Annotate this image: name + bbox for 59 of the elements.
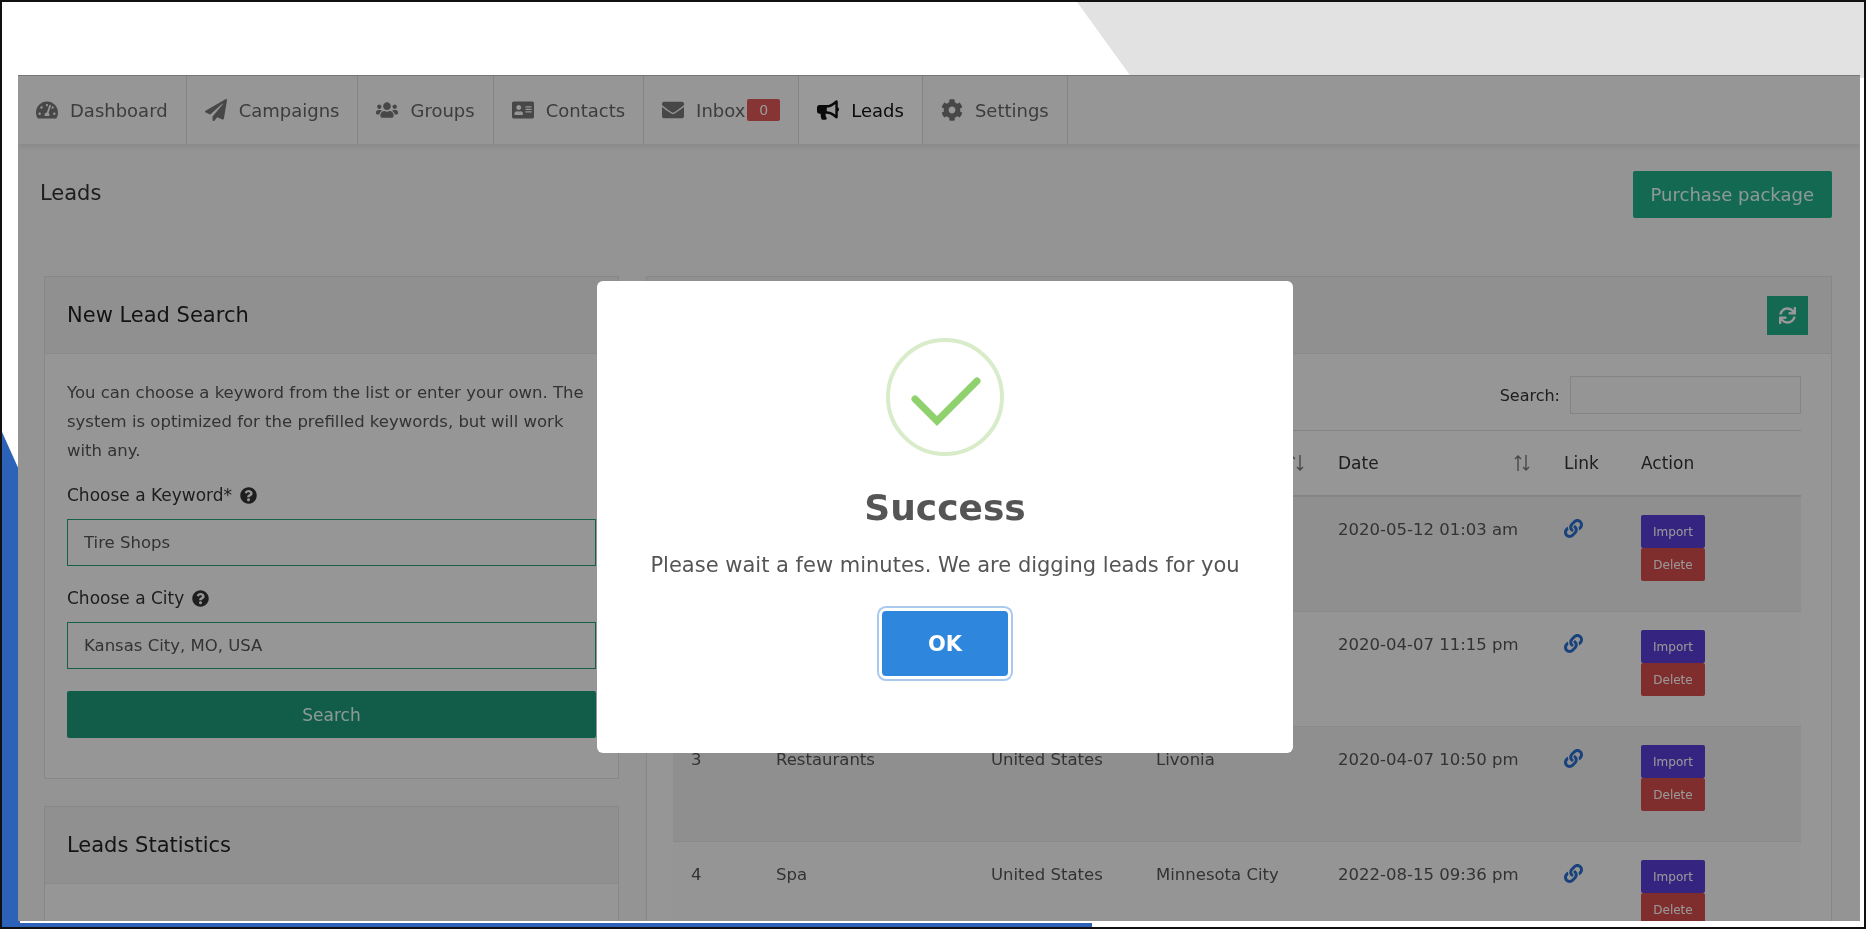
link-icon[interactable] <box>1564 749 1583 768</box>
refresh-button[interactable] <box>1767 295 1808 335</box>
count-badge: 0 <box>747 99 781 121</box>
help-icon[interactable] <box>192 589 210 607</box>
city-cell-text: Minnesota City <box>1156 864 1279 886</box>
nav-tab[interactable]: Leads <box>799 76 923 144</box>
link-icon[interactable] <box>1564 864 1583 883</box>
row-number: 3 <box>691 749 702 771</box>
megaphone-icon <box>817 99 840 121</box>
delete-button[interactable]: Delete <box>1641 893 1705 921</box>
country-cell-text: United States <box>991 749 1103 771</box>
column-header: Action <box>1641 453 1695 473</box>
keyword-cell-text: Spa <box>776 864 808 886</box>
import-button[interactable]: Import <box>1641 515 1705 548</box>
purchase-button[interactable]: Purchase package <box>1632 171 1832 218</box>
date-cell-text: 2022-08-15 09:36 pm <box>1338 864 1519 886</box>
panel-title: New Lead Search <box>67 303 249 327</box>
search-label: Search: <box>1499 385 1560 405</box>
refresh-icon <box>1779 306 1796 324</box>
description-text: You can choose a keyword from the list or enter your own. The system is optimized for the prefilled keywords, but will work with any. <box>67 382 585 462</box>
delete-button[interactable]: Delete <box>1641 663 1705 696</box>
import-button[interactable]: Import <box>1641 860 1705 893</box>
keyword-cell-text: Restaurants <box>776 749 875 771</box>
import-button[interactable]: Import <box>1641 745 1705 778</box>
row-number: 4 <box>691 864 702 886</box>
link-icon[interactable] <box>1564 519 1583 538</box>
check-icon <box>885 337 1005 457</box>
nav-tab[interactable]: Contacts <box>493 76 645 144</box>
column-header: Date <box>1338 453 1379 473</box>
input-field[interactable]: Kansas City, MO, USA <box>67 622 596 669</box>
gauge-icon <box>36 99 58 121</box>
column-header: Link <box>1564 453 1599 473</box>
city-cell-text: Livonia <box>1156 749 1215 771</box>
settings-icon <box>940 99 963 121</box>
dialog-title: Success <box>864 487 1026 528</box>
dialog-message: Please wait a few minutes. We are digging leads for you <box>650 552 1240 579</box>
nav-tab[interactable]: Groups <box>358 76 494 144</box>
help-icon[interactable] <box>240 486 258 504</box>
date-cell-text: 2020-04-07 10:50 pm <box>1338 749 1519 771</box>
country-cell-text: United States <box>991 864 1103 886</box>
page-title: Leads <box>40 181 102 205</box>
envelope-icon <box>662 99 685 121</box>
date-cell-text: 2020-05-12 01:03 am <box>1338 519 1519 541</box>
field-label: Choose a Keyword* <box>67 485 233 505</box>
nav-tab[interactable]: Campaigns <box>186 76 359 144</box>
date-cell-text: 2020-04-07 11:15 pm <box>1338 634 1519 656</box>
field-label: Choose a City <box>67 588 185 608</box>
search-button[interactable]: Search <box>67 691 596 738</box>
panel-title: Leads Statistics <box>67 833 232 857</box>
link-icon[interactable] <box>1564 634 1583 653</box>
nav-tab[interactable]: Dashboard <box>18 76 187 144</box>
users-icon <box>376 99 399 121</box>
nav-tab[interactable]: Inbox 0 <box>644 76 800 144</box>
input-field[interactable]: Tire Shops <box>67 519 596 566</box>
paper-plane-icon <box>204 99 227 121</box>
delete-button[interactable]: Delete <box>1641 548 1705 581</box>
import-button[interactable]: Import <box>1641 630 1705 663</box>
id-card-icon <box>511 99 534 121</box>
delete-button[interactable]: Delete <box>1641 778 1705 811</box>
